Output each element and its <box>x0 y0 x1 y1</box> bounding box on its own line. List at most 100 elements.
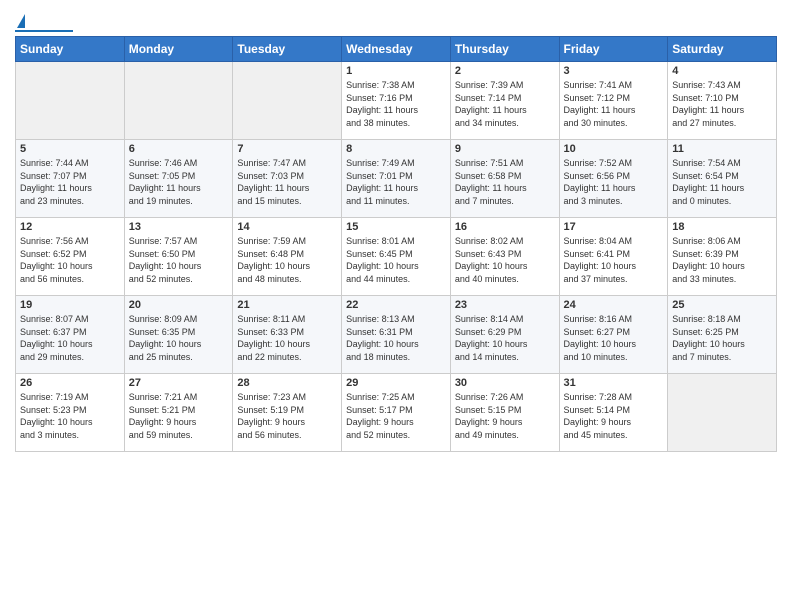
day-info: Sunrise: 7:54 AM Sunset: 6:54 PM Dayligh… <box>672 157 772 207</box>
calendar-cell: 30 Sunrise: 7:26 AM Sunset: 5:15 PM Dayli… <box>450 374 559 452</box>
calendar-cell: 29 Sunrise: 7:25 AM Sunset: 5:17 PM Dayli… <box>342 374 451 452</box>
day-number: 29 <box>346 377 446 389</box>
calendar-cell: 10 Sunrise: 7:52 AM Sunset: 6:56 PM Dayli… <box>559 140 668 218</box>
day-number: 4 <box>672 65 772 77</box>
page: SundayMondayTuesdayWednesdayThursdayFrid… <box>0 0 792 612</box>
day-number: 1 <box>346 65 446 77</box>
day-number: 12 <box>20 221 120 233</box>
day-header-thursday: Thursday <box>450 37 559 62</box>
day-info: Sunrise: 7:57 AM Sunset: 6:50 PM Dayligh… <box>129 235 229 285</box>
day-info: Sunrise: 7:38 AM Sunset: 7:16 PM Dayligh… <box>346 79 446 129</box>
calendar-cell: 9 Sunrise: 7:51 AM Sunset: 6:58 PM Daylig… <box>450 140 559 218</box>
day-info: Sunrise: 7:26 AM Sunset: 5:15 PM Dayligh… <box>455 391 555 441</box>
day-info: Sunrise: 8:09 AM Sunset: 6:35 PM Dayligh… <box>129 313 229 363</box>
calendar-cell <box>668 374 777 452</box>
day-number: 19 <box>20 299 120 311</box>
calendar-cell: 14Sunrise: 7:59 AM Sunset: 6:48 PM Dayli… <box>233 218 342 296</box>
calendar-cell: 5 Sunrise: 7:44 AM Sunset: 7:07 PM Daylig… <box>16 140 125 218</box>
day-info: Sunrise: 8:02 AM Sunset: 6:43 PM Dayligh… <box>455 235 555 285</box>
calendar-cell: 24Sunrise: 8:16 AM Sunset: 6:27 PM Dayli… <box>559 296 668 374</box>
day-number: 5 <box>20 143 120 155</box>
calendar-cell <box>16 62 125 140</box>
calendar-cell: 4 Sunrise: 7:43 AM Sunset: 7:10 PM Daylig… <box>668 62 777 140</box>
day-info: Sunrise: 7:23 AM Sunset: 5:19 PM Dayligh… <box>237 391 337 441</box>
calendar-cell: 15 Sunrise: 8:01 AM Sunset: 6:45 PM Dayli… <box>342 218 451 296</box>
calendar-cell: 11 Sunrise: 7:54 AM Sunset: 6:54 PM Dayli… <box>668 140 777 218</box>
calendar-cell <box>233 62 342 140</box>
calendar-cell: 25 Sunrise: 8:18 AM Sunset: 6:25 PM Dayli… <box>668 296 777 374</box>
day-info: Sunrise: 8:14 AM Sunset: 6:29 PM Dayligh… <box>455 313 555 363</box>
calendar-cell: 16 Sunrise: 8:02 AM Sunset: 6:43 PM Dayli… <box>450 218 559 296</box>
day-info: Sunrise: 7:41 AM Sunset: 7:12 PM Dayligh… <box>564 79 664 129</box>
day-number: 31 <box>564 377 664 389</box>
logo-triangle-icon <box>17 14 25 28</box>
day-info: Sunrise: 7:51 AM Sunset: 6:58 PM Dayligh… <box>455 157 555 207</box>
calendar-cell: 26 Sunrise: 7:19 AM Sunset: 5:23 PM Dayli… <box>16 374 125 452</box>
day-number: 27 <box>129 377 229 389</box>
day-info: Sunrise: 8:01 AM Sunset: 6:45 PM Dayligh… <box>346 235 446 285</box>
day-number: 13 <box>129 221 229 233</box>
calendar-cell: 3 Sunrise: 7:41 AM Sunset: 7:12 PM Daylig… <box>559 62 668 140</box>
day-info: Sunrise: 7:46 AM Sunset: 7:05 PM Dayligh… <box>129 157 229 207</box>
day-number: 7 <box>237 143 337 155</box>
day-number: 25 <box>672 299 772 311</box>
calendar-cell: 13 Sunrise: 7:57 AM Sunset: 6:50 PM Dayli… <box>124 218 233 296</box>
day-info: Sunrise: 7:21 AM Sunset: 5:21 PM Dayligh… <box>129 391 229 441</box>
day-header-friday: Friday <box>559 37 668 62</box>
day-info: Sunrise: 8:11 AM Sunset: 6:33 PM Dayligh… <box>237 313 337 363</box>
logo-divider <box>15 30 73 32</box>
calendar-cell: 6 Sunrise: 7:46 AM Sunset: 7:05 PM Daylig… <box>124 140 233 218</box>
calendar-cell: 20 Sunrise: 8:09 AM Sunset: 6:35 PM Dayli… <box>124 296 233 374</box>
day-number: 18 <box>672 221 772 233</box>
calendar-cell: 21 Sunrise: 8:11 AM Sunset: 6:33 PM Dayli… <box>233 296 342 374</box>
logo <box>15 14 73 32</box>
day-header-tuesday: Tuesday <box>233 37 342 62</box>
day-number: 8 <box>346 143 446 155</box>
day-info: Sunrise: 8:13 AM Sunset: 6:31 PM Dayligh… <box>346 313 446 363</box>
day-number: 2 <box>455 65 555 77</box>
day-info: Sunrise: 7:49 AM Sunset: 7:01 PM Dayligh… <box>346 157 446 207</box>
calendar-cell <box>124 62 233 140</box>
day-info: Sunrise: 7:52 AM Sunset: 6:56 PM Dayligh… <box>564 157 664 207</box>
day-info: Sunrise: 8:07 AM Sunset: 6:37 PM Dayligh… <box>20 313 120 363</box>
day-number: 17 <box>564 221 664 233</box>
calendar-cell: 17 Sunrise: 8:04 AM Sunset: 6:41 PM Dayli… <box>559 218 668 296</box>
day-number: 9 <box>455 143 555 155</box>
calendar-cell: 8 Sunrise: 7:49 AM Sunset: 7:01 PM Daylig… <box>342 140 451 218</box>
day-number: 11 <box>672 143 772 155</box>
day-info: Sunrise: 7:39 AM Sunset: 7:14 PM Dayligh… <box>455 79 555 129</box>
day-number: 21 <box>237 299 337 311</box>
day-info: Sunrise: 8:18 AM Sunset: 6:25 PM Dayligh… <box>672 313 772 363</box>
day-number: 6 <box>129 143 229 155</box>
day-info: Sunrise: 7:25 AM Sunset: 5:17 PM Dayligh… <box>346 391 446 441</box>
calendar-cell: 23Sunrise: 8:14 AM Sunset: 6:29 PM Dayli… <box>450 296 559 374</box>
day-info: Sunrise: 7:19 AM Sunset: 5:23 PM Dayligh… <box>20 391 120 441</box>
day-number: 14 <box>237 221 337 233</box>
day-info: Sunrise: 7:43 AM Sunset: 7:10 PM Dayligh… <box>672 79 772 129</box>
day-number: 28 <box>237 377 337 389</box>
header <box>15 10 777 32</box>
day-number: 20 <box>129 299 229 311</box>
calendar-cell: 2 Sunrise: 7:39 AM Sunset: 7:14 PM Daylig… <box>450 62 559 140</box>
day-header-sunday: Sunday <box>16 37 125 62</box>
day-number: 16 <box>455 221 555 233</box>
day-number: 26 <box>20 377 120 389</box>
day-info: Sunrise: 7:44 AM Sunset: 7:07 PM Dayligh… <box>20 157 120 207</box>
day-number: 10 <box>564 143 664 155</box>
day-info: Sunrise: 8:04 AM Sunset: 6:41 PM Dayligh… <box>564 235 664 285</box>
day-number: 3 <box>564 65 664 77</box>
day-number: 22 <box>346 299 446 311</box>
day-header-saturday: Saturday <box>668 37 777 62</box>
calendar-cell: 12 Sunrise: 7:56 AM Sunset: 6:52 PM Dayli… <box>16 218 125 296</box>
day-info: Sunrise: 7:56 AM Sunset: 6:52 PM Dayligh… <box>20 235 120 285</box>
calendar-cell: 27 Sunrise: 7:21 AM Sunset: 5:21 PM Dayli… <box>124 374 233 452</box>
day-info: Sunrise: 7:28 AM Sunset: 5:14 PM Dayligh… <box>564 391 664 441</box>
day-info: Sunrise: 7:47 AM Sunset: 7:03 PM Dayligh… <box>237 157 337 207</box>
day-info: Sunrise: 8:16 AM Sunset: 6:27 PM Dayligh… <box>564 313 664 363</box>
calendar-cell: 7 Sunrise: 7:47 AM Sunset: 7:03 PM Daylig… <box>233 140 342 218</box>
day-header-monday: Monday <box>124 37 233 62</box>
day-number: 15 <box>346 221 446 233</box>
calendar-cell: 18Sunrise: 8:06 AM Sunset: 6:39 PM Dayli… <box>668 218 777 296</box>
day-number: 30 <box>455 377 555 389</box>
calendar-table: SundayMondayTuesdayWednesdayThursdayFrid… <box>15 36 777 452</box>
